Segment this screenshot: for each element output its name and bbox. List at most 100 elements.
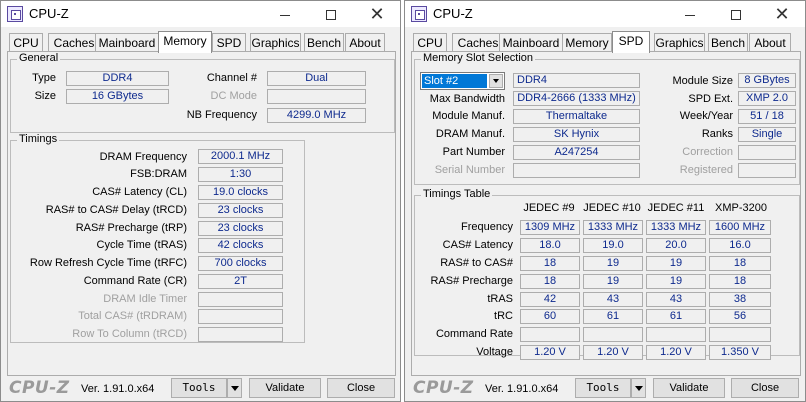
title-bar[interactable]: CPU-Z ✕ bbox=[1, 1, 400, 27]
tab-memory[interactable]: Memory bbox=[562, 33, 612, 52]
validate-button[interactable]: Validate bbox=[653, 378, 725, 398]
close-window-button[interactable]: ✕ bbox=[759, 1, 805, 27]
version-label: Ver. 1.91.0.x64 bbox=[81, 383, 155, 395]
module-manuf-value: Thermaltake bbox=[513, 109, 640, 124]
close-button[interactable]: Close bbox=[327, 378, 395, 398]
ras-precharge-label: RAS# Precharge (tRP) bbox=[75, 222, 187, 234]
table-cell: 43 bbox=[583, 292, 643, 307]
cpuz-app-icon bbox=[411, 6, 427, 22]
ras-to-cas-label: RAS# to CAS# Delay (tRCD) bbox=[45, 204, 187, 216]
tab-mainboard[interactable]: Mainboard bbox=[95, 33, 159, 52]
table-row-label: Voltage bbox=[476, 346, 513, 358]
table-row-label: CAS# Latency bbox=[442, 239, 513, 251]
table-cell: 19 bbox=[646, 274, 706, 289]
tab-caches[interactable]: Caches bbox=[48, 33, 100, 52]
title-bar[interactable]: CPU-Z ✕ bbox=[405, 1, 805, 27]
timings-group: Timings DRAM Frequency 2000.1 MHz FSB:DR… bbox=[10, 133, 305, 343]
minimize-button[interactable] bbox=[262, 1, 308, 27]
chevron-down-icon[interactable] bbox=[489, 74, 503, 88]
tools-dropdown-arrow[interactable] bbox=[227, 378, 242, 398]
fsb-dram-label: FSB:DRAM bbox=[130, 168, 187, 180]
correction-label: Correction bbox=[682, 146, 733, 158]
command-rate-label: Command Rate (CR) bbox=[83, 275, 187, 287]
tab-bench[interactable]: Bench bbox=[304, 33, 344, 52]
total-cas-label: Total CAS# (tRDRAM) bbox=[78, 310, 187, 322]
minimize-button[interactable] bbox=[667, 1, 713, 27]
spd-ext-value: XMP 2.0 bbox=[738, 91, 796, 106]
window-title: CPU-Z bbox=[29, 6, 69, 21]
tab-bench[interactable]: Bench bbox=[708, 33, 748, 52]
timings-table-group: Timings Table JEDEC #9 JEDEC #10 JEDEC #… bbox=[414, 188, 800, 360]
row-refresh-value: 700 clocks bbox=[198, 256, 283, 271]
close-button[interactable]: Close bbox=[731, 378, 799, 398]
registered-label: Registered bbox=[679, 164, 733, 176]
tab-memory[interactable]: Memory bbox=[158, 31, 212, 53]
part-number-value: A247254 bbox=[513, 145, 640, 160]
spd-tab-pane: Memory Slot Selection Slot #2 DDR4 Modul… bbox=[411, 51, 801, 376]
table-cell: 18.0 bbox=[520, 238, 580, 253]
total-cas-value bbox=[198, 309, 283, 324]
table-cell: 19 bbox=[583, 256, 643, 271]
cycle-time-value: 42 clocks bbox=[198, 238, 283, 253]
table-cell: 1333 MHz bbox=[583, 220, 643, 235]
module-type-value: DDR4 bbox=[513, 73, 640, 88]
tools-button[interactable]: Tools bbox=[171, 378, 227, 398]
table-cell: 18 bbox=[520, 274, 580, 289]
dram-manuf-label: DRAM Manuf. bbox=[435, 128, 505, 140]
table-row-label: tRC bbox=[494, 310, 513, 322]
cas-latency-value: 19.0 clocks bbox=[198, 185, 283, 200]
cycle-time-label: Cycle Time (tRAS) bbox=[96, 239, 187, 251]
tools-button[interactable]: Tools bbox=[575, 378, 631, 398]
table-cell: 61 bbox=[646, 309, 706, 324]
table-cell: 1333 MHz bbox=[646, 220, 706, 235]
row-to-column-value bbox=[198, 327, 283, 342]
module-size-label: Module Size bbox=[672, 75, 733, 87]
table-cell: 38 bbox=[709, 292, 771, 307]
tab-caches[interactable]: Caches bbox=[452, 33, 504, 52]
tab-spd[interactable]: SPD bbox=[212, 33, 246, 52]
part-number-label: Part Number bbox=[442, 146, 505, 158]
module-size-value: 8 GBytes bbox=[738, 73, 796, 88]
minimize-icon bbox=[685, 14, 695, 16]
slot-select-value: Slot #2 bbox=[422, 74, 487, 88]
maximize-button[interactable] bbox=[713, 1, 759, 27]
tab-mainboard[interactable]: Mainboard bbox=[499, 33, 563, 52]
general-group: General Type DDR4 Size 16 GBytes Channel… bbox=[10, 52, 395, 133]
table-cell: 18 bbox=[520, 256, 580, 271]
table-cell: 1309 MHz bbox=[520, 220, 580, 235]
module-manuf-label: Module Manuf. bbox=[432, 110, 505, 122]
table-cell bbox=[646, 327, 706, 342]
tools-dropdown-arrow[interactable] bbox=[631, 378, 646, 398]
ranks-label: Ranks bbox=[701, 128, 733, 140]
cpuz-brand-logo: CPU-Z bbox=[9, 378, 70, 398]
tab-cpu[interactable]: CPU bbox=[413, 33, 447, 52]
maximize-icon bbox=[326, 10, 336, 21]
table-cell: 42 bbox=[520, 292, 580, 307]
tab-about[interactable]: About bbox=[345, 33, 385, 52]
ras-precharge-value: 23 clocks bbox=[198, 221, 283, 236]
memory-slot-selection-group: Memory Slot Selection Slot #2 DDR4 Modul… bbox=[414, 52, 800, 185]
row-refresh-label: Row Refresh Cycle Time (tRFC) bbox=[29, 257, 187, 269]
table-row-label: RAS# to CAS# bbox=[440, 257, 513, 269]
tab-graphics[interactable]: Graphics bbox=[250, 33, 301, 52]
channel-label: Channel # bbox=[206, 72, 257, 84]
maximize-button[interactable] bbox=[308, 1, 354, 27]
table-cell: 1.20 V bbox=[646, 345, 706, 360]
memory-slot-selection-title: Memory Slot Selection bbox=[421, 52, 536, 64]
cpuz-window-memory: CPU-Z ✕ CPU Caches Mainboard Memory SPD … bbox=[0, 0, 401, 402]
table-cell: 19.0 bbox=[583, 238, 643, 253]
dc-mode-label: DC Mode bbox=[210, 90, 257, 102]
type-value: DDR4 bbox=[66, 71, 169, 86]
version-label: Ver. 1.91.0.x64 bbox=[485, 383, 559, 395]
validate-button[interactable]: Validate bbox=[249, 378, 321, 398]
close-window-button[interactable]: ✕ bbox=[354, 1, 400, 27]
table-cell: 19 bbox=[583, 274, 643, 289]
table-cell: 18 bbox=[709, 256, 771, 271]
tab-graphics[interactable]: Graphics bbox=[654, 33, 705, 52]
tab-spd[interactable]: SPD bbox=[612, 31, 650, 53]
dram-idle-timer-label: DRAM Idle Timer bbox=[103, 293, 187, 305]
tab-cpu[interactable]: CPU bbox=[9, 33, 43, 52]
command-rate-value: 2T bbox=[198, 274, 283, 289]
tab-about[interactable]: About bbox=[749, 33, 791, 52]
slot-select-dropdown[interactable]: Slot #2 bbox=[420, 72, 505, 90]
